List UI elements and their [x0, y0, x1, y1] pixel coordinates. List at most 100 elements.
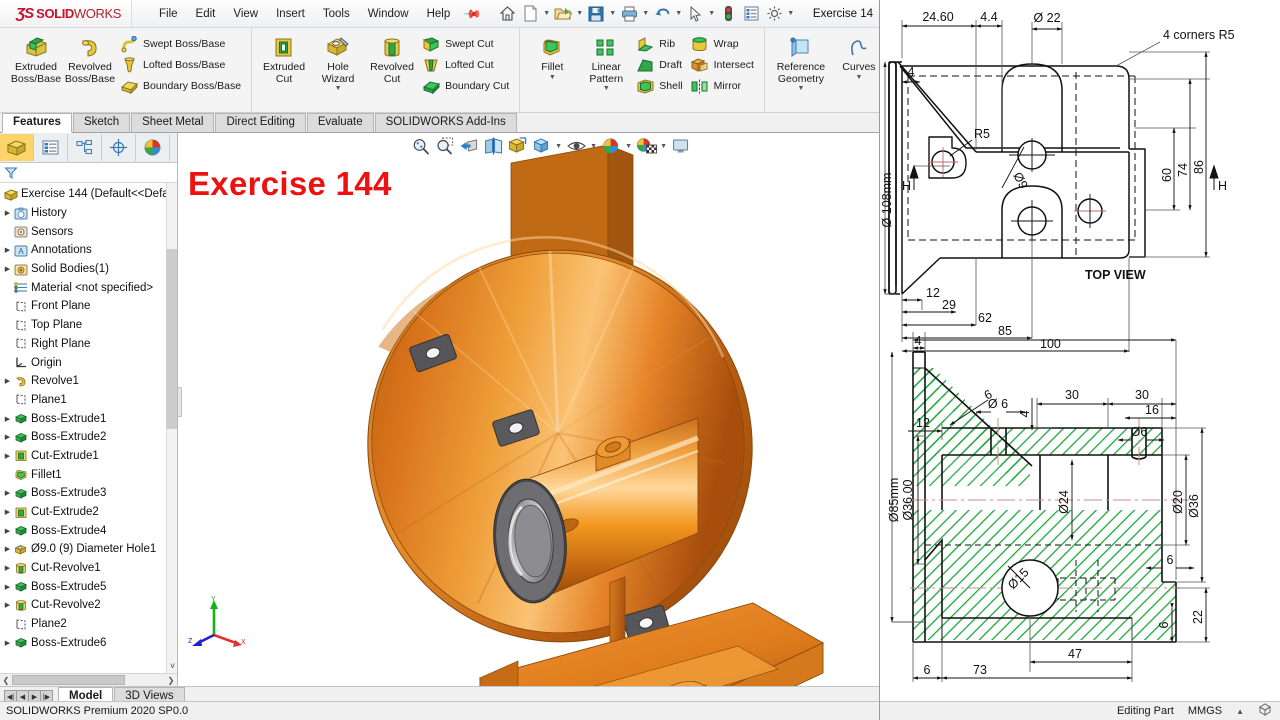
select-cursor-icon[interactable]	[684, 3, 706, 25]
gear-settings-caret-icon[interactable]: ▼	[786, 10, 795, 17]
apply-scene-icon[interactable]	[635, 135, 657, 157]
zoom-to-area-icon[interactable]	[434, 135, 456, 157]
hscroll-left-arrow-icon[interactable]: ❮	[0, 676, 12, 685]
extruded-boss-base-button[interactable]: Extruded Boss/Base	[9, 31, 63, 85]
revolved-cut-button[interactable]: Revolved Cut	[365, 31, 419, 85]
curves-button[interactable]: Curves ▼	[832, 31, 879, 81]
feature-tree-item-boss-extrude6[interactable]: ▶ Boss-Extrude6	[0, 634, 177, 653]
swept-boss-base-button[interactable]: Swept Boss/Base	[117, 34, 246, 54]
tab-evaluate[interactable]: Evaluate	[306, 113, 374, 132]
reference-geometry-caret-icon[interactable]: ▼	[797, 85, 804, 92]
feature-tree-scroll-thumb[interactable]	[166, 249, 177, 429]
open-folder-caret-icon[interactable]: ▼	[575, 10, 584, 17]
feature-tree-item-solid-bodies-1[interactable]: ▶ Solid Bodies(1)	[0, 260, 177, 279]
menu-item-view[interactable]: View	[224, 5, 267, 23]
property-manager-tab[interactable]	[34, 134, 68, 161]
configuration-manager-tab[interactable]	[68, 134, 102, 161]
fillet-button[interactable]: Fillet ▼	[525, 31, 579, 81]
draft-button[interactable]: Draft	[633, 55, 687, 75]
menu-item-insert[interactable]: Insert	[267, 5, 314, 23]
hscroll-thumb[interactable]	[12, 675, 125, 685]
feature-tree-hscrollbar[interactable]: ❮ ❯	[0, 673, 177, 686]
new-document-icon[interactable]	[519, 3, 541, 25]
feature-tree-item-annotations[interactable]: ▶ A Annotations	[0, 241, 177, 260]
feature-tree-item-boss-extrude5[interactable]: ▶ Boss-Extrude5	[0, 577, 177, 596]
3d-model-view[interactable]	[178, 133, 879, 686]
boundary-boss-base-button[interactable]: Boundary Boss/Base	[117, 76, 246, 96]
hide-show-items-caret-icon[interactable]: ▼	[589, 143, 598, 150]
expand-arrow-icon[interactable]: ▶	[2, 246, 13, 254]
display-manager-tab[interactable]	[136, 134, 170, 161]
fillet-caret-icon[interactable]: ▼	[549, 74, 556, 81]
feature-tree-item-sensors[interactable]: Sensors	[0, 222, 177, 241]
feature-tree-item-boss-extrude3[interactable]: ▶ Boss-Extrude3	[0, 484, 177, 503]
extruded-cut-button[interactable]: Extruded Cut	[257, 31, 311, 85]
rib-button[interactable]: Rib	[633, 34, 687, 54]
expand-arrow-icon[interactable]: ▶	[2, 583, 13, 591]
feature-tree-item-boss-extrude2[interactable]: ▶ Boss-Extrude2	[0, 428, 177, 447]
feature-tree-item-cut-revolve2[interactable]: ▶ Cut-Revolve2	[0, 596, 177, 615]
reference-geometry-button[interactable]: Reference Geometry ▼	[770, 31, 832, 92]
hole-wizard-button[interactable]: Hole Wizard ▼	[311, 31, 365, 92]
display-style-caret-icon[interactable]: ▼	[554, 143, 563, 150]
feature-tree-item-top-plane[interactable]: Top Plane	[0, 316, 177, 335]
expand-arrow-icon[interactable]: ▶	[2, 452, 13, 460]
expand-arrow-icon[interactable]: ▶	[2, 377, 13, 385]
revolved-boss-base-button[interactable]: Revolved Boss/Base	[63, 31, 117, 85]
edit-appearance-icon[interactable]	[600, 135, 622, 157]
boundary-cut-button[interactable]: Boundary Cut	[419, 76, 514, 96]
hide-show-items-icon[interactable]	[565, 135, 587, 157]
previous-view-icon[interactable]	[458, 135, 480, 157]
feature-tree-scrollbar[interactable]: ˅	[166, 183, 177, 673]
gear-settings-icon[interactable]	[763, 3, 785, 25]
expand-arrow-icon[interactable]: ▶	[2, 415, 13, 423]
shell-button[interactable]: Shell	[633, 76, 687, 96]
open-folder-icon[interactable]	[552, 3, 574, 25]
feature-tree-item-plane1[interactable]: Plane1	[0, 391, 177, 410]
overlay-toggle-icon[interactable]	[1258, 703, 1272, 719]
feature-tree-item-plane2[interactable]: Plane2	[0, 615, 177, 634]
expand-arrow-icon[interactable]: ▶	[2, 265, 13, 273]
tab-direct-editing[interactable]: Direct Editing	[215, 113, 306, 132]
undo-icon[interactable]	[651, 3, 673, 25]
view-settings-icon[interactable]	[670, 135, 692, 157]
feature-tree-item-boss-extrude1[interactable]: ▶ Boss-Extrude1	[0, 409, 177, 428]
feature-tree-item-boss-extrude4[interactable]: ▶ Boss-Extrude4	[0, 521, 177, 540]
display-style-icon[interactable]	[530, 135, 552, 157]
feature-tree-root[interactable]: Exercise 144 (Default<<Defa ^	[0, 185, 177, 204]
feature-tree-item-origin[interactable]: Origin	[0, 353, 177, 372]
undo-caret-icon[interactable]: ▼	[674, 10, 683, 17]
feature-tree-item-fillet1[interactable]: Fillet1	[0, 465, 177, 484]
menu-item-file[interactable]: File	[150, 5, 187, 23]
menu-item-window[interactable]: Window	[359, 5, 418, 23]
feature-tree-item-cut-extrude1[interactable]: ▶ Cut-Extrude1	[0, 447, 177, 466]
feature-tree-item-9-0-9-diameter-hole1[interactable]: ▶ Ø9.0 (9) Diameter Hole1	[0, 540, 177, 559]
mirror-button[interactable]: Mirror	[688, 76, 759, 96]
menu-item-edit[interactable]: Edit	[187, 5, 225, 23]
expand-arrow-icon[interactable]: ▶	[2, 545, 13, 553]
swept-cut-button[interactable]: Swept Cut	[419, 34, 514, 54]
options-list-icon[interactable]	[740, 3, 762, 25]
linear-pattern-caret-icon[interactable]: ▼	[603, 85, 610, 92]
hole-wizard-caret-icon[interactable]: ▼	[335, 85, 342, 92]
view-orientation-icon[interactable]	[506, 135, 528, 157]
apply-scene-caret-icon[interactable]: ▼	[659, 143, 668, 150]
expand-arrow-icon[interactable]: ▶	[2, 433, 13, 441]
save-caret-icon[interactable]: ▼	[608, 10, 617, 17]
tab-sketch[interactable]: Sketch	[72, 113, 131, 132]
home-icon[interactable]	[496, 3, 518, 25]
rebuild-traffic-light-icon[interactable]	[717, 3, 739, 25]
feature-tree-item-front-plane[interactable]: Front Plane	[0, 297, 177, 316]
linear-pattern-button[interactable]: Linear Pattern ▼	[579, 31, 633, 92]
lofted-boss-base-button[interactable]: Lofted Boss/Base	[117, 55, 246, 75]
print-caret-icon[interactable]: ▼	[641, 10, 650, 17]
feature-tree-filter-bar[interactable]	[0, 163, 177, 183]
intersect-button[interactable]: Intersect	[688, 55, 759, 75]
expand-arrow-icon[interactable]: ▶	[2, 209, 13, 217]
dimxpert-manager-tab[interactable]	[102, 134, 136, 161]
expand-arrow-icon[interactable]: ▶	[2, 527, 13, 535]
tab-sheet-metal[interactable]: Sheet Metal	[131, 113, 215, 132]
hscroll-right-arrow-icon[interactable]: ❯	[165, 676, 177, 685]
pin-icon[interactable]: 📌	[463, 3, 483, 23]
section-view-icon[interactable]	[482, 135, 504, 157]
